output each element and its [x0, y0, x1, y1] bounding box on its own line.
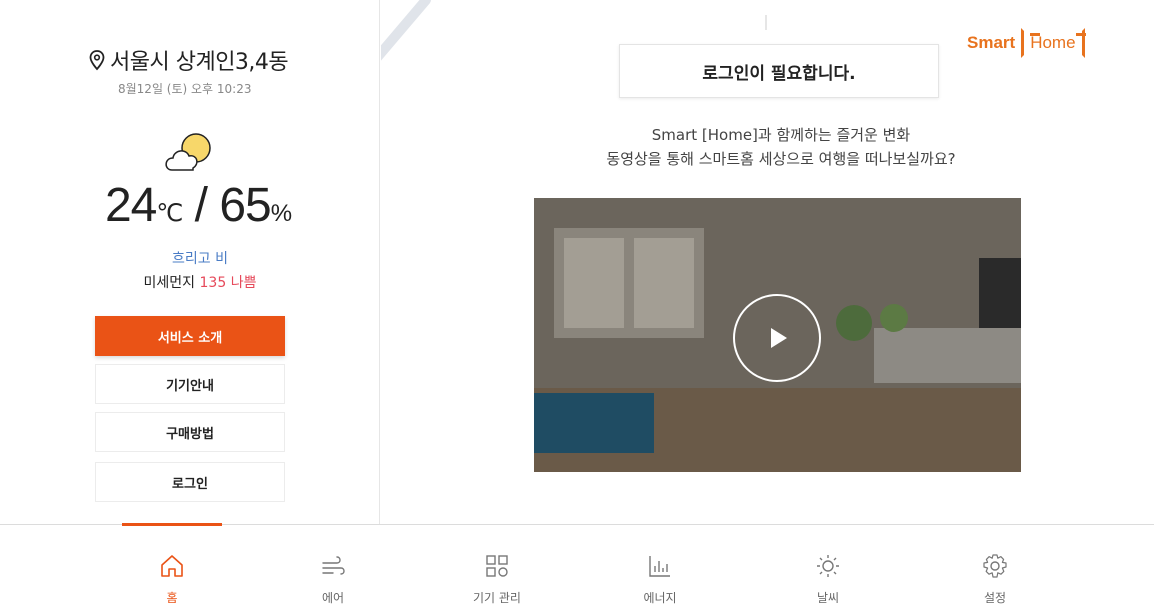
nav-label-weather: 날씨	[816, 591, 840, 605]
logo-box-text: Home	[1021, 28, 1086, 58]
wind-icon	[322, 556, 345, 575]
main-panel: 로그인이 필요합니다. Smart Home Smart [Home]과 함께하…	[381, 0, 1154, 524]
nav-label-device: 기기 관리	[473, 591, 521, 605]
bottom-nav: 홈 에어 기기 관리 에너지 날씨 설정	[0, 523, 1154, 615]
play-button[interactable]	[733, 294, 821, 382]
energy-chart-icon	[649, 556, 670, 577]
humidity-value: 65	[219, 179, 271, 232]
nav-tab-device[interactable]: 기기 관리	[447, 525, 547, 615]
cloud-sun-icon	[165, 133, 211, 171]
nav-tab-energy[interactable]: 에너지	[610, 525, 710, 615]
temperature-humidity: 24℃ / 65%	[88, 178, 308, 233]
device-guide-button[interactable]: 기기안내	[95, 364, 285, 404]
purchase-method-button[interactable]: 구매방법	[95, 412, 285, 452]
temperature-unit: ℃	[156, 200, 183, 227]
nav-label-home: 홈	[166, 591, 178, 605]
logo-text: Smart	[967, 33, 1016, 52]
sun-icon	[817, 555, 839, 577]
separator: /	[182, 179, 220, 232]
weather-condition: 흐리고 비	[172, 251, 228, 267]
nav-label-energy: 에너지	[643, 591, 677, 605]
location-pin-icon	[89, 50, 105, 71]
promo-line-2: 동영상을 통해 스마트홈 세상으로 여행을 떠나보실까요?	[606, 150, 956, 168]
location: 서울시 상계인3,4동	[88, 44, 289, 76]
temperature-value: 24	[104, 179, 157, 232]
home-icon	[161, 555, 183, 577]
nav-tab-home[interactable]: 홈	[122, 525, 222, 615]
nav-tab-weather[interactable]: 날씨	[778, 525, 878, 615]
gear-icon	[983, 554, 1007, 578]
nav-label-air: 에어	[321, 591, 345, 605]
device-icon	[486, 555, 508, 577]
fine-dust-value: 135 나쁨	[199, 275, 257, 291]
left-panel: 서울시 상계인3,4동 8월12일 (토) 오후 10:23 24℃ / 65%…	[0, 0, 380, 524]
login-required-notice: 로그인이 필요합니다.	[619, 44, 939, 98]
fine-dust-label: 미세먼지	[143, 275, 196, 291]
nav-label-settings: 설정	[983, 591, 1007, 605]
login-button[interactable]: 로그인	[95, 462, 285, 502]
datetime: 8월12일 (토) 오후 10:23	[118, 82, 252, 96]
service-intro-button[interactable]: 서비스 소개	[95, 316, 285, 356]
location-name: 서울시 상계인3,4동	[110, 50, 289, 75]
smart-home-logo: Smart Home	[967, 28, 1086, 58]
promo-line-1: Smart [Home]과 함께하는 즐거운 변화	[651, 126, 911, 144]
nav-tab-settings[interactable]: 설정	[945, 525, 1045, 615]
play-icon	[771, 328, 787, 348]
intro-video[interactable]	[534, 198, 1021, 472]
humidity-unit: %	[270, 200, 292, 227]
fine-dust: 미세먼지 135 나쁨	[90, 272, 310, 292]
nav-tab-air[interactable]: 에어	[283, 525, 383, 615]
